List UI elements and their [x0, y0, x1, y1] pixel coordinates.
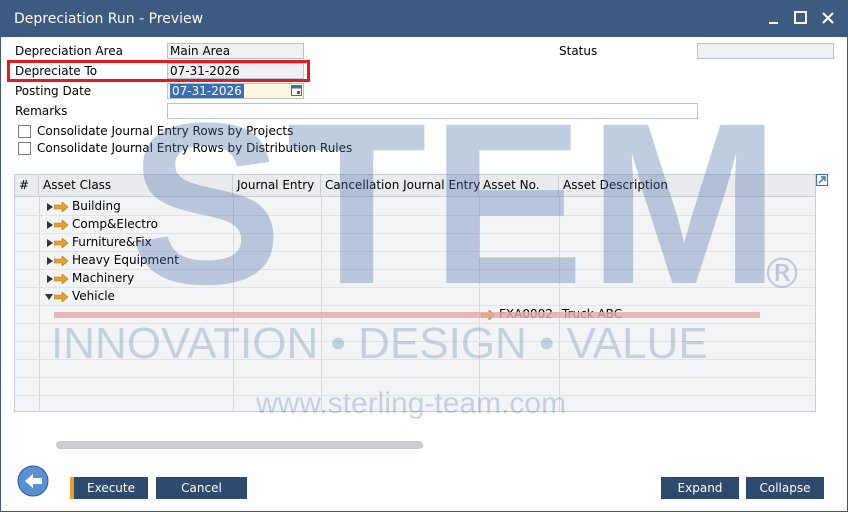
- group-row-vehicle[interactable]: Vehicle: [45, 287, 115, 305]
- group-row-furniture-fix[interactable]: Furniture&Fix: [47, 233, 152, 251]
- expand-grid-icon[interactable]: [816, 174, 828, 186]
- expand-triangle-icon[interactable]: [47, 256, 53, 265]
- watermark-stripe: [54, 312, 760, 318]
- group-label: Furniture&Fix: [72, 235, 152, 249]
- depreciate-to-field[interactable]: 07-31-2026: [167, 63, 304, 79]
- expand-triangle-icon[interactable]: [47, 202, 53, 211]
- consolidate-projects-checkbox[interactable]: [18, 125, 31, 138]
- group-row-building[interactable]: Building: [47, 197, 121, 215]
- col-header-asset-no[interactable]: Asset No.: [479, 175, 559, 197]
- orange-arrow-icon: [54, 273, 68, 284]
- back-arrow-icon[interactable]: [16, 465, 50, 497]
- grid-header: # Asset Class Journal Entry Cancellation…: [15, 175, 815, 197]
- group-label: Vehicle: [72, 289, 115, 303]
- col-header-asset-description[interactable]: Asset Description: [559, 175, 815, 197]
- maximize-icon[interactable]: [792, 9, 810, 27]
- collapse-button[interactable]: Collapse: [746, 477, 824, 499]
- col-header-cancellation-journal-entry[interactable]: Cancellation Journal Entry: [321, 175, 480, 197]
- minimize-icon[interactable]: [765, 9, 783, 27]
- orange-arrow-icon: [54, 237, 68, 248]
- window-title: Depreciation Run - Preview: [14, 11, 204, 27]
- group-row-heavy-equipment[interactable]: Heavy Equipment: [47, 251, 179, 269]
- posting-date-value: 07-31-2026: [170, 84, 244, 98]
- remarks-label: Remarks: [15, 104, 68, 118]
- posting-date-label: Posting Date: [15, 84, 92, 98]
- collapse-triangle-icon[interactable]: [45, 293, 53, 300]
- depreciation-run-window: Depreciation Run - Preview Depreciation …: [0, 0, 848, 512]
- orange-arrow-icon: [54, 291, 68, 302]
- status-field: [697, 43, 834, 59]
- depreciation-area-label: Depreciation Area: [15, 44, 123, 58]
- col-header-journal-entry[interactable]: Journal Entry: [233, 175, 321, 197]
- col-header-asset-class[interactable]: Asset Class: [39, 175, 233, 197]
- group-row-comp-electro[interactable]: Comp&Electro: [47, 215, 158, 233]
- execute-button[interactable]: Execute: [70, 477, 148, 499]
- group-label: Building: [72, 199, 121, 213]
- group-label: Heavy Equipment: [72, 253, 179, 267]
- remarks-field[interactable]: [167, 103, 698, 119]
- group-row-machinery[interactable]: Machinery: [47, 269, 134, 287]
- col-header-number[interactable]: #: [15, 175, 39, 197]
- calendar-icon[interactable]: [291, 85, 302, 96]
- orange-arrow-icon: [54, 255, 68, 266]
- expand-triangle-icon[interactable]: [47, 274, 53, 283]
- consolidate-distribution-label: Consolidate Journal Entry Rows by Distri…: [37, 141, 353, 155]
- depreciation-area-field[interactable]: Main Area: [167, 43, 304, 59]
- depreciate-to-label: Depreciate To: [15, 64, 98, 78]
- expand-triangle-icon[interactable]: [47, 220, 53, 229]
- expand-button[interactable]: Expand: [661, 477, 739, 499]
- cancel-button[interactable]: Cancel: [156, 477, 247, 499]
- status-label: Status: [559, 44, 598, 58]
- orange-arrow-icon: [54, 219, 68, 230]
- group-label: Machinery: [72, 271, 135, 285]
- posting-date-field[interactable]: 07-31-2026: [167, 83, 304, 99]
- horizontal-scrollbar[interactable]: [56, 441, 423, 449]
- title-bar: Depreciation Run - Preview: [1, 1, 847, 37]
- consolidate-distribution-checkbox[interactable]: [18, 142, 31, 155]
- close-icon[interactable]: [819, 9, 837, 27]
- asset-grid: # Asset Class Journal Entry Cancellation…: [14, 174, 816, 412]
- orange-arrow-icon: [54, 201, 68, 212]
- group-label: Comp&Electro: [72, 217, 158, 231]
- consolidate-projects-label: Consolidate Journal Entry Rows by Projec…: [37, 124, 294, 138]
- expand-triangle-icon[interactable]: [47, 238, 53, 247]
